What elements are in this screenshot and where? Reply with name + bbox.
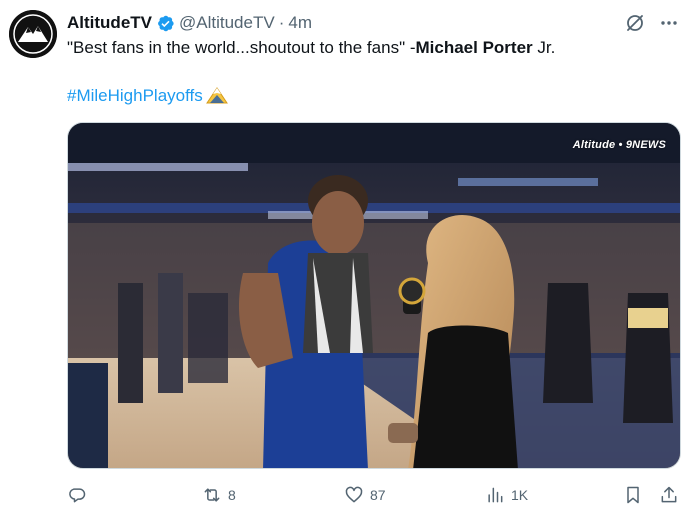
video-thumbnail[interactable]: Altitude • 9NEWS [67,122,681,469]
reply-button[interactable] [67,482,93,508]
grok-icon[interactable] [623,12,647,34]
post-quote: "Best fans in the world...shoutout to th… [67,38,416,57]
video-watermark: Altitude • 9NEWS [572,139,666,151]
repost-count: 8 [228,487,236,503]
mountain-peak-emoji-icon [205,87,228,104]
video-frame [68,123,680,468]
reply-icon [69,488,86,503]
bookmark-icon [627,486,639,504]
views-count: 1K [511,487,529,503]
hashtag-link[interactable]: #MileHighPlayoffs [67,85,203,107]
like-button[interactable]: 87 [344,482,386,508]
repost-icon [204,488,220,502]
verified-badge-icon [158,15,174,31]
speaker-suffix: Jr. [532,38,556,57]
like-count: 87 [370,487,386,503]
speaker-name: Michael Porter [415,38,533,57]
heart-icon [345,486,363,503]
post-text: "Best fans in the world...shoutout to th… [67,37,679,59]
author-name[interactable]: AltitudeTV [67,13,152,33]
altitude-logo-icon [9,10,57,58]
share-button[interactable] [659,482,679,508]
post-time[interactable]: 4m [288,13,312,33]
more-options-icon[interactable] [657,12,681,34]
views-chart-icon [488,487,503,503]
avatar[interactable] [9,10,57,58]
author-handle[interactable]: @AltitudeTV [179,13,275,33]
share-icon [661,486,677,503]
views-button[interactable]: 1K [485,482,528,508]
post-header: AltitudeTV @AltitudeTV · 4m [67,12,681,34]
hashtag-line: #MileHighPlayoffs [67,85,229,107]
bookmark-button[interactable] [623,482,643,508]
action-bar: 8 87 1K [67,482,681,508]
repost-button[interactable]: 8 [202,482,236,508]
separator-dot: · [278,13,285,32]
